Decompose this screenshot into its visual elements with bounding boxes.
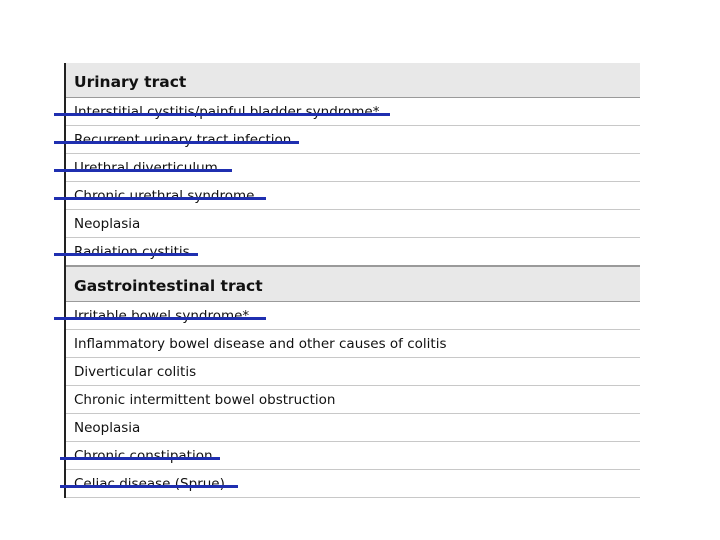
strikethrough-mark xyxy=(54,197,266,200)
table-row: Chronic constipation xyxy=(60,442,640,470)
table-row: Chronic urethral syndrome xyxy=(54,182,640,210)
table-row: Inflammatory bowel disease and other cau… xyxy=(66,330,640,358)
row-label: Inflammatory bowel disease and other cau… xyxy=(74,336,447,352)
section-title: Gastrointestinal tract xyxy=(74,277,263,295)
table-row: Interstitial cystitis/painful bladder sy… xyxy=(54,98,640,126)
strikethrough-mark xyxy=(54,169,232,172)
row-label: Diverticular colitis xyxy=(74,364,197,380)
row-label: Chronic intermittent bowel obstruction xyxy=(74,392,336,408)
condition-table: Urinary tract Interstitial cystitis/pain… xyxy=(54,63,640,498)
strikethrough-mark xyxy=(54,253,198,256)
table-row: Chronic intermittent bowel obstruction xyxy=(66,386,640,414)
section-title: Urinary tract xyxy=(74,73,187,91)
section-header-gastrointestinal: Gastrointestinal tract xyxy=(66,267,640,302)
table-row: Radiation cystitis xyxy=(54,238,640,267)
row-label: Neoplasia xyxy=(74,420,141,436)
table-row: Neoplasia xyxy=(66,414,640,442)
table-row: Neoplasia xyxy=(66,210,640,238)
strikethrough-mark xyxy=(54,113,390,116)
table-row: Celiac disease (Sprue) xyxy=(60,470,640,498)
table-row: Urethral diverticulum xyxy=(54,154,640,182)
table-row: Recurrent urinary tract infection xyxy=(54,126,640,154)
strikethrough-mark xyxy=(60,485,238,488)
strikethrough-mark xyxy=(54,317,266,320)
strikethrough-mark xyxy=(60,457,220,460)
section-header-urinary: Urinary tract xyxy=(66,63,640,98)
table-row: Irritable bowel syndrome* xyxy=(54,302,640,330)
strikethrough-mark xyxy=(54,141,299,144)
row-label: Neoplasia xyxy=(74,216,141,232)
table-row: Diverticular colitis xyxy=(66,358,640,386)
